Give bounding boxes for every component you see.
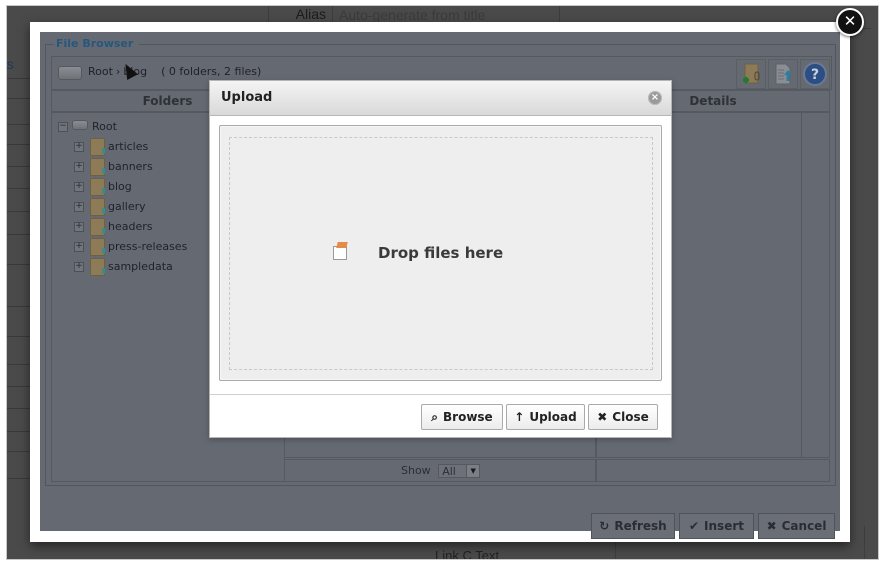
folder-icon [90, 198, 105, 216]
expand-icon[interactable]: + [74, 262, 84, 272]
check-icon: ✔ [688, 519, 700, 533]
expand-icon[interactable]: + [74, 222, 84, 232]
help-button[interactable]: ? [800, 59, 830, 89]
tree-folder-label[interactable]: articles [108, 140, 148, 153]
details-footer [596, 459, 830, 482]
folder-icon [90, 258, 105, 276]
breadcrumb-root[interactable]: Root [88, 65, 113, 78]
folder-icon [90, 218, 105, 236]
breadcrumb: Root › blog( 0 folders, 2 files) [88, 65, 261, 78]
divider [864, 526, 865, 559]
file-browser-legend: File Browser [54, 37, 140, 50]
details-scroll [801, 112, 830, 458]
close-circle-icon: ✕ [843, 12, 857, 30]
close-label: Close [612, 410, 649, 424]
tree-root-label[interactable]: Root [92, 120, 117, 133]
folder-icon [90, 238, 105, 256]
folder-icon [90, 158, 105, 176]
close-button[interactable]: ✖ Close [588, 404, 658, 430]
refresh-icon: ↻ [599, 519, 610, 533]
drive-icon [58, 66, 82, 80]
upload-dialog: Upload × Drop files here ⌕ Browse ↑ Upload… [209, 80, 672, 438]
x-icon: ✖ [766, 519, 777, 533]
insert-label: Insert [704, 519, 744, 533]
drop-files-text: Drop files here [378, 244, 504, 262]
upload-file-button[interactable] [768, 59, 798, 89]
upload-dialog-header: Upload × [210, 81, 671, 116]
svg-text:?: ? [811, 67, 819, 83]
tree-folder-label[interactable]: gallery [108, 200, 146, 213]
collapse-icon[interactable]: − [58, 122, 68, 132]
tree-folder-label[interactable]: headers [108, 220, 152, 233]
search-icon: ⌕ [431, 410, 439, 424]
link-c-text: Link C Text [435, 548, 500, 560]
browse-button[interactable]: ⌕ Browse [421, 404, 503, 430]
drop-files-icon [333, 246, 347, 260]
upload-dialog-footer: ⌕ Browse ↑ Upload ✖ Close [210, 394, 671, 438]
show-select-value: All [442, 465, 456, 478]
upload-button[interactable]: ↑ Upload [506, 404, 585, 430]
show-label: Show [401, 464, 431, 477]
help-icon: ? [803, 62, 827, 86]
close-icon: × [650, 92, 660, 103]
refresh-button[interactable]: ↻ Refresh [591, 513, 675, 539]
folder-file-counts: ( 0 folders, 2 files) [161, 65, 262, 78]
expand-icon[interactable]: + [74, 142, 84, 152]
cancel-label: Cancel [781, 519, 827, 533]
folder-icon [90, 178, 105, 196]
tree-folder-label[interactable]: sampledata [108, 260, 173, 273]
files-footer: Show All ▼ [284, 459, 596, 482]
new-folder-icon [743, 63, 760, 84]
drive-icon [72, 120, 88, 130]
show-filter: Show All ▼ [401, 464, 481, 478]
browse-label: Browse [443, 410, 493, 424]
new-folder-button[interactable] [736, 59, 766, 89]
refresh-label: Refresh [614, 519, 667, 533]
show-select[interactable]: All ▼ [438, 464, 481, 478]
tree-folder-label[interactable]: press-releases [108, 240, 187, 253]
x-icon: ✖ [597, 410, 608, 424]
expand-icon[interactable]: + [74, 182, 84, 192]
expand-icon[interactable]: + [74, 242, 84, 252]
expand-icon[interactable]: + [74, 162, 84, 172]
folder-icon [90, 138, 105, 156]
side-text: ns [6, 56, 14, 72]
upload-file-icon [775, 63, 792, 85]
tree-folder-label[interactable]: blog [108, 180, 132, 193]
tree-folder-label[interactable]: banners [108, 160, 153, 173]
modal-close-button[interactable]: ✕ [836, 8, 864, 36]
drop-zone[interactable]: Drop files here [219, 125, 662, 381]
insert-button[interactable]: ✔ Insert [679, 513, 754, 539]
arrow-up-icon: ↑ [514, 410, 525, 424]
upload-dialog-close-button[interactable]: × [648, 91, 662, 105]
upload-dialog-title: Upload [221, 90, 273, 105]
cancel-button[interactable]: ✖ Cancel [758, 513, 835, 539]
chevron-down-icon: ▼ [466, 465, 480, 477]
expand-icon[interactable]: + [74, 202, 84, 212]
upload-label: Upload [529, 410, 577, 424]
